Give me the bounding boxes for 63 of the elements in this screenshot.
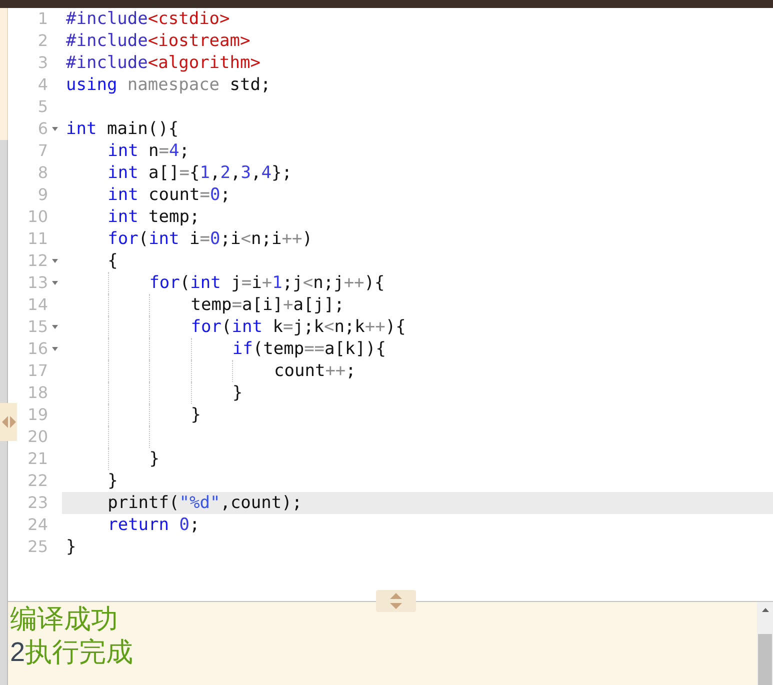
- code-line: }: [66, 536, 76, 558]
- fold-icon[interactable]: [52, 347, 58, 351]
- code-line: using namespace std;: [66, 74, 271, 96]
- line-number: 22: [26, 470, 48, 492]
- line-number: 17: [26, 360, 48, 382]
- code-line: int count=0;: [108, 184, 230, 206]
- line-number: 8: [36, 162, 48, 184]
- side-panel-handle[interactable]: [0, 403, 17, 441]
- line-number: 18: [26, 382, 48, 404]
- line-number: 2: [36, 30, 48, 52]
- code-line: int main(){: [66, 118, 179, 140]
- code-line: for(int i=0;i<n;i++): [108, 228, 312, 250]
- code-line: }: [232, 382, 243, 404]
- fold-icon[interactable]: [52, 281, 58, 285]
- code-line: for(int k=j;k<n;k++){: [190, 316, 406, 338]
- line-number: 13: [26, 272, 48, 294]
- output-scrollbar[interactable]: [757, 602, 773, 685]
- code-line: #include<cstdio>: [66, 8, 230, 30]
- line-number: 25: [26, 536, 48, 558]
- line-number: 7: [36, 140, 48, 162]
- code-line: #include<iostream>: [66, 30, 250, 52]
- up-down-arrows-icon: [390, 593, 402, 609]
- output-line: 编译成功: [10, 603, 118, 636]
- code-line: int n=4;: [108, 140, 190, 162]
- code-line: }: [190, 404, 202, 426]
- code-line: printf("%d",count);: [108, 492, 302, 514]
- line-number: 9: [36, 184, 48, 206]
- line-number: 1: [36, 8, 48, 30]
- code-line: temp=a[i]+a[j];: [190, 294, 344, 316]
- line-number: 5: [36, 96, 48, 118]
- scrollbar-thumb[interactable]: [758, 634, 772, 685]
- line-number: 14: [26, 294, 48, 316]
- scroll-up-icon[interactable]: [762, 608, 768, 612]
- line-number: 23: [26, 492, 48, 514]
- code-line: int a[]={1,2,3,4};: [108, 162, 292, 184]
- code-line: #include<algorithm>: [66, 52, 260, 74]
- line-number: 11: [26, 228, 48, 250]
- line-number: 6: [36, 118, 48, 140]
- line-number: 16: [26, 338, 48, 360]
- indent-guide: [232, 360, 234, 382]
- fold-icon[interactable]: [52, 325, 58, 329]
- line-number: 3: [36, 52, 48, 74]
- code-line: }: [149, 448, 160, 470]
- line-number: 24: [26, 514, 48, 536]
- line-number: 21: [26, 448, 48, 470]
- code-line: int temp;: [108, 206, 200, 228]
- left-right-arrows-icon: [2, 416, 16, 428]
- code-line: }: [108, 470, 118, 492]
- code-line: for(int j=i+1;j<n;j++){: [149, 272, 385, 294]
- line-number: 19: [26, 404, 48, 426]
- fold-icon[interactable]: [52, 127, 58, 131]
- output-line: 2执行完成: [10, 636, 134, 669]
- code-line: count++;: [274, 360, 356, 382]
- line-number: 15: [26, 316, 48, 338]
- line-number: 12: [26, 250, 48, 272]
- code-line: return 0;: [108, 514, 200, 536]
- panel-resize-handle[interactable]: [376, 590, 416, 612]
- fold-icon[interactable]: [52, 259, 58, 263]
- code-line: {: [108, 250, 118, 272]
- line-number: 4: [36, 74, 48, 96]
- line-number: 20: [26, 426, 48, 448]
- code-line: if(temp==a[k]){: [232, 338, 386, 360]
- line-number: 10: [26, 206, 48, 228]
